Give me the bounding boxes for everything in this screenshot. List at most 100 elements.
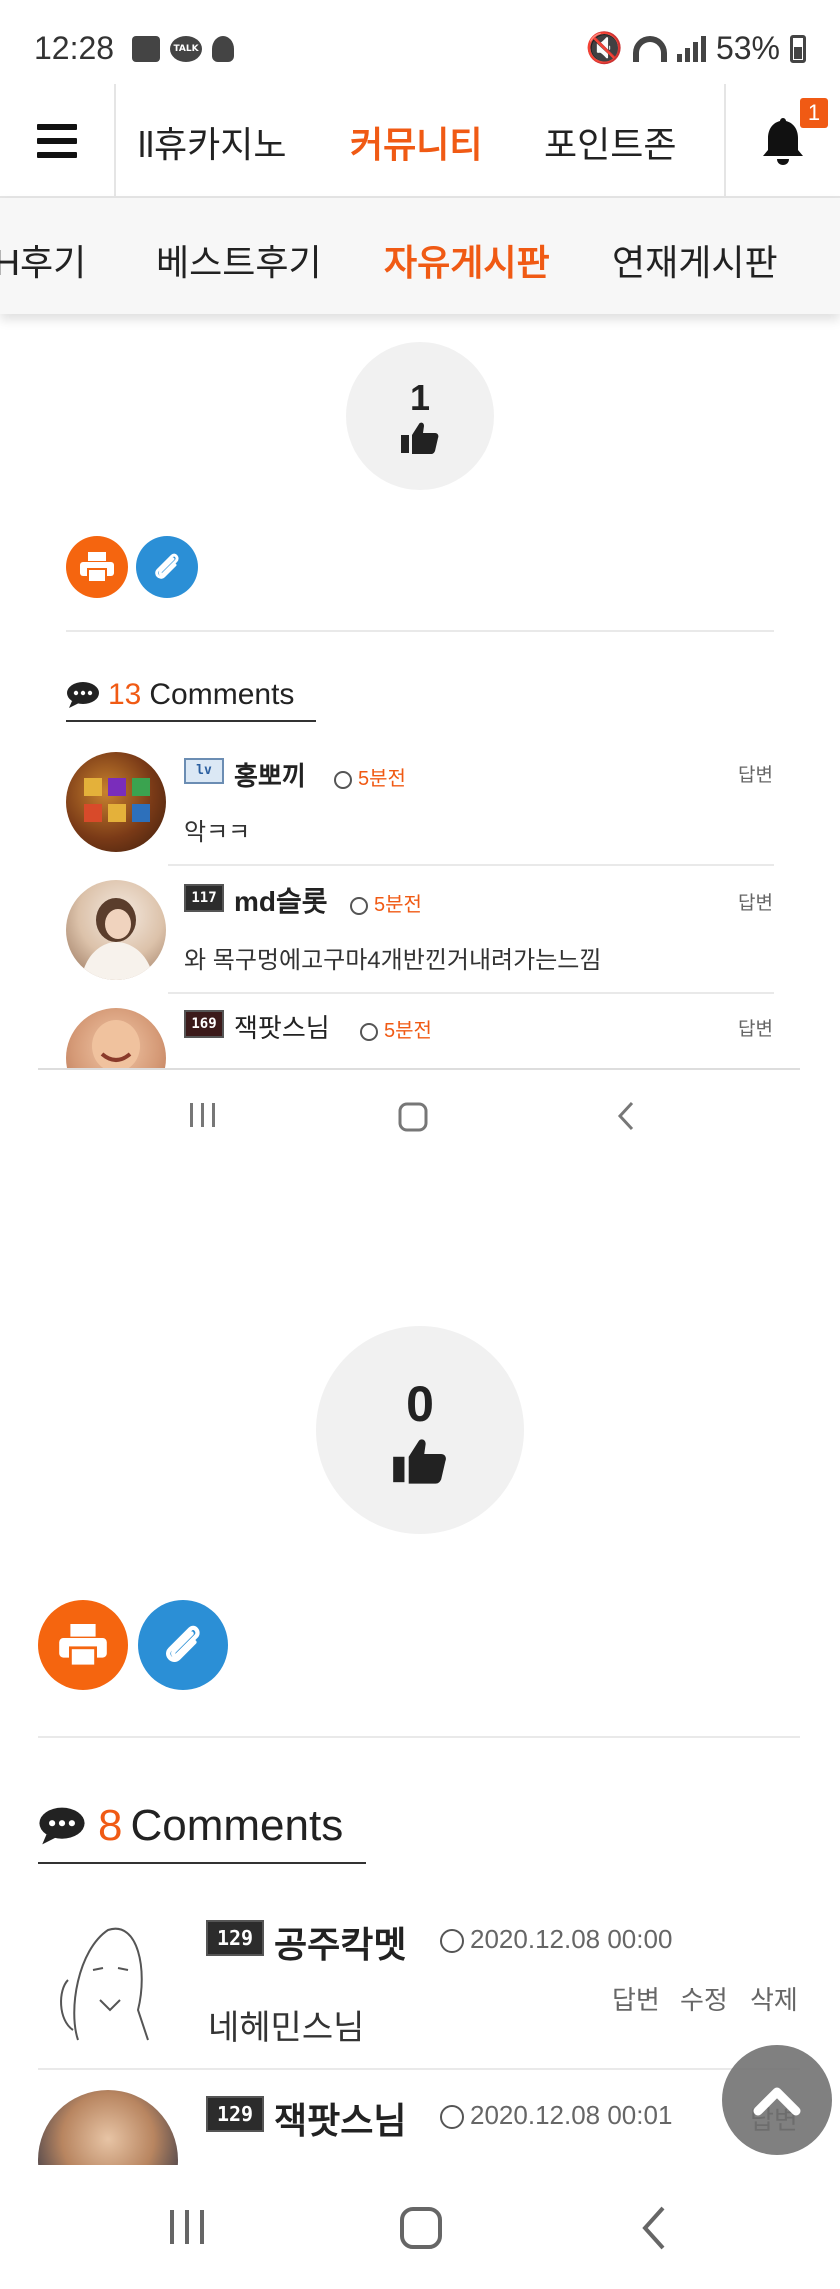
- subtab-serial-board[interactable]: 연재게시판: [612, 234, 778, 286]
- comment-time: 5분전: [350, 888, 422, 917]
- subtab-best-reviews[interactable]: 베스트후기: [156, 234, 322, 286]
- comment-item: 117 md슬롯 5분전 답변 와 목구멍에고구마4개반낀거내려가는느낌: [0, 876, 840, 996]
- top-navigation: ll휴카지노 커뮤니티 포인트존 1: [0, 84, 840, 198]
- home-icon[interactable]: [398, 1102, 428, 1132]
- comments-label: Comments: [149, 678, 295, 711]
- recents-icon[interactable]: [168, 2209, 206, 2245]
- comment-text: 악ㅋㅋ: [184, 819, 251, 846]
- comment-time: 2020.12.08 00:00: [440, 1924, 672, 1955]
- sub-navigation: H후기 베스트후기 자유게시판 연재게시판: [0, 198, 840, 314]
- comment-item: lv 홍뽀끼 5분전 답변 악ㅋㅋ: [0, 748, 840, 868]
- attach-button[interactable]: [136, 536, 198, 598]
- gallery-icon: [132, 36, 160, 62]
- battery-percent: 53%: [715, 30, 780, 66]
- back-icon[interactable]: [616, 1100, 636, 1132]
- embedded-nav-bar: [38, 1068, 800, 1158]
- comment-time: 5분전: [360, 1014, 432, 1043]
- comments-header: 8 Comments: [38, 1790, 366, 1864]
- notification-button[interactable]: 1: [724, 84, 840, 198]
- comment-item: 129 공주칵멧 2020.12.08 00:00 답변 수정 삭제 네헤민스님: [0, 1900, 840, 2068]
- clock-icon: [360, 1022, 378, 1041]
- level-badge: 129: [206, 1920, 264, 1956]
- comments-header: 13 Comments: [66, 670, 316, 722]
- notification-badge: 1: [800, 98, 828, 128]
- thumbs-up-icon: [393, 1439, 446, 1484]
- accessibility-icon: [212, 36, 234, 62]
- battery-icon: [790, 34, 806, 63]
- paperclip-icon: [155, 553, 179, 579]
- divider: [38, 2068, 800, 2070]
- wifi-icon: [632, 35, 667, 62]
- divider: [66, 630, 774, 632]
- status-notification-icons: TALK: [132, 36, 234, 62]
- tab-point-zone[interactable]: 포인트존: [544, 116, 676, 168]
- like-count: 0: [406, 1376, 434, 1432]
- tab-community[interactable]: 커뮤니티: [350, 116, 482, 168]
- clock-icon: [350, 896, 368, 915]
- print-button[interactable]: [66, 536, 128, 598]
- reply-button[interactable]: 답변: [612, 1980, 660, 2017]
- comment-bubble-icon: [39, 1807, 85, 1845]
- divider: [168, 864, 774, 866]
- scroll-top-button[interactable]: [722, 2045, 832, 2155]
- level-badge: 129: [206, 2096, 264, 2132]
- comment-author[interactable]: md슬롯: [234, 880, 328, 920]
- print-icon: [59, 1624, 107, 1666]
- reply-button[interactable]: 답변: [738, 888, 773, 915]
- comment-text: 네헤민스님: [208, 2009, 365, 2047]
- hamburger-icon[interactable]: [0, 84, 116, 198]
- comment-time: 2020.12.08 00:01: [440, 2100, 672, 2131]
- print-button[interactable]: [38, 1600, 128, 1690]
- thumbs-up-icon: [401, 422, 439, 454]
- kakaotalk-icon: TALK: [170, 36, 202, 62]
- like-button[interactable]: 0: [316, 1326, 524, 1534]
- reply-button[interactable]: 답변: [738, 1014, 773, 1041]
- clock-icon: [440, 1929, 464, 1954]
- level-badge: 117: [184, 884, 224, 912]
- status-time: 12:28: [34, 30, 115, 66]
- avatar: [66, 752, 166, 852]
- paperclip-icon: [166, 1625, 200, 1662]
- comment-author[interactable]: 잭팟스님: [274, 2092, 406, 2144]
- comments-label: Comments: [130, 1801, 344, 1850]
- like-button[interactable]: 1: [346, 342, 494, 490]
- comment-item: 169 잭팟스님 5분전 답변: [0, 1004, 840, 1068]
- clock-icon: [440, 2105, 464, 2130]
- comment-time: 5분전: [334, 762, 406, 791]
- mute-icon: 🔇: [585, 32, 623, 65]
- clock-icon: [334, 770, 352, 789]
- divider: [168, 992, 774, 994]
- comment-author[interactable]: 공주칵멧: [274, 1916, 406, 1968]
- home-icon[interactable]: [400, 2207, 442, 2249]
- avatar: [38, 2090, 178, 2165]
- recents-icon[interactable]: [188, 1102, 218, 1128]
- attach-button[interactable]: [138, 1600, 228, 1690]
- comments-count: 8: [98, 1801, 123, 1850]
- level-badge: 169: [184, 1010, 224, 1038]
- status-bar: 12:28 TALK 🔇 53%: [0, 0, 840, 84]
- comment-author[interactable]: 홍뽀끼: [234, 756, 306, 793]
- avatar: [38, 1910, 178, 2050]
- comment-text: 와 목구멍에고구마4개반낀거내려가는느낌: [184, 947, 602, 974]
- avatar: [66, 880, 166, 980]
- tab-casino[interactable]: ll휴카지노: [138, 116, 286, 168]
- system-nav-bar: [0, 2165, 840, 2289]
- status-system-icons: 🔇 53%: [586, 30, 806, 67]
- signal-icon: [676, 35, 706, 62]
- comment-author[interactable]: 잭팟스님: [234, 1008, 330, 1045]
- subtab-free-board[interactable]: 자유게시판: [384, 234, 550, 286]
- main-tabs: ll휴카지노 커뮤니티 포인트존: [116, 84, 724, 198]
- chevron-up-icon: [753, 2087, 801, 2116]
- print-icon: [80, 552, 114, 582]
- reply-button[interactable]: 답변: [738, 760, 773, 787]
- back-icon[interactable]: [640, 2205, 668, 2251]
- level-badge: lv: [184, 758, 224, 784]
- like-count: 1: [409, 377, 431, 418]
- comment-bubble-icon: [67, 682, 99, 708]
- avatar: [66, 1008, 166, 1068]
- delete-button[interactable]: 삭제: [750, 1980, 798, 2017]
- comment-item: 129 잭팟스님 2020.12.08 00:01 답변: [0, 2080, 840, 2165]
- subtab-reviews[interactable]: H후기: [0, 234, 86, 286]
- edit-button[interactable]: 수정: [680, 1980, 728, 2017]
- divider: [38, 1736, 800, 1738]
